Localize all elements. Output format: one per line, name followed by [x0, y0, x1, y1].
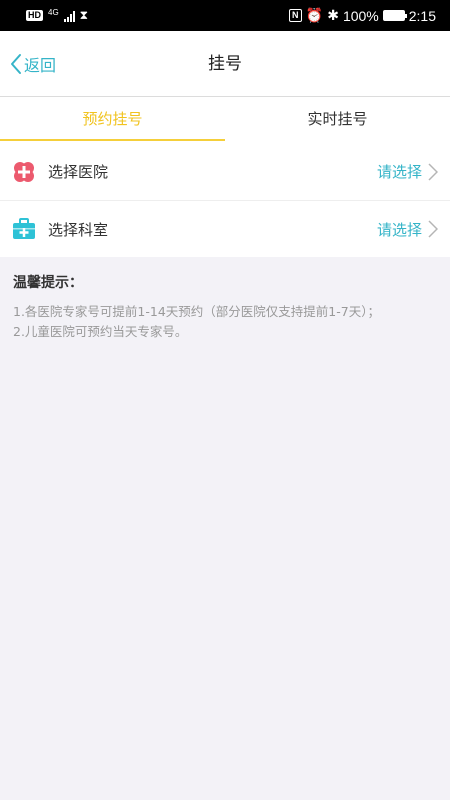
select-department-value: 请选择	[376, 220, 422, 239]
alarm-icon: ⏰	[305, 7, 324, 23]
signal-icon	[63, 10, 75, 22]
tips-title: 温馨提示：	[13, 275, 83, 291]
hourglass-icon: ⧗	[79, 8, 89, 22]
select-hospital-row[interactable]: 选择医院 请选择	[0, 143, 450, 200]
select-hospital-label: 选择医院	[48, 163, 109, 181]
network-type: 4G	[48, 7, 59, 17]
select-hospital-value: 请选择	[376, 163, 422, 181]
bluetooth-icon: ✱	[327, 7, 339, 23]
battery-icon	[382, 10, 407, 21]
chevron-left-icon	[11, 54, 21, 74]
page-title: 挂号	[208, 54, 242, 74]
tips-line: 2.儿童医院可预约当天专家号。	[13, 324, 188, 339]
tab-appointment[interactable]: 预约挂号	[0, 97, 225, 143]
battery-percent: 100%	[342, 7, 379, 24]
header: 挂号 返回	[0, 31, 450, 97]
medical-kit-icon	[12, 217, 36, 241]
selection-list: 选择医院 请选择 选择科室 请选择	[0, 143, 450, 257]
back-button[interactable]: 返回	[10, 31, 56, 97]
nfc-icon: N	[288, 9, 302, 22]
tips-line: 1.各医院专家号可提前1-14天预约（部分医院仅支持提前1-7天）；	[13, 304, 380, 319]
hospital-icon	[12, 160, 36, 184]
hd-icon: HD	[26, 10, 43, 21]
chevron-right-icon	[428, 220, 438, 238]
back-label: 返回	[24, 56, 57, 75]
status-right: N ⏰ ✱ 100% 2:15	[288, 7, 436, 24]
select-department-label: 选择科室	[48, 220, 109, 239]
tab-bar: 预约挂号 实时挂号	[0, 97, 450, 143]
select-department-row[interactable]: 选择科室 请选择	[0, 200, 450, 257]
status-time: 2:15	[408, 7, 436, 24]
tab-realtime[interactable]: 实时挂号	[225, 97, 450, 143]
tips-section: 温馨提示： 1.各医院专家号可提前1-14天预约（部分医院仅支持提前1-7天）；…	[13, 272, 438, 342]
status-left: HD 4G ⧗	[26, 8, 88, 23]
chevron-right-icon	[428, 162, 438, 181]
status-bar: HD 4G ⧗ N ⏰ ✱ 100% 2:15	[0, 0, 450, 31]
